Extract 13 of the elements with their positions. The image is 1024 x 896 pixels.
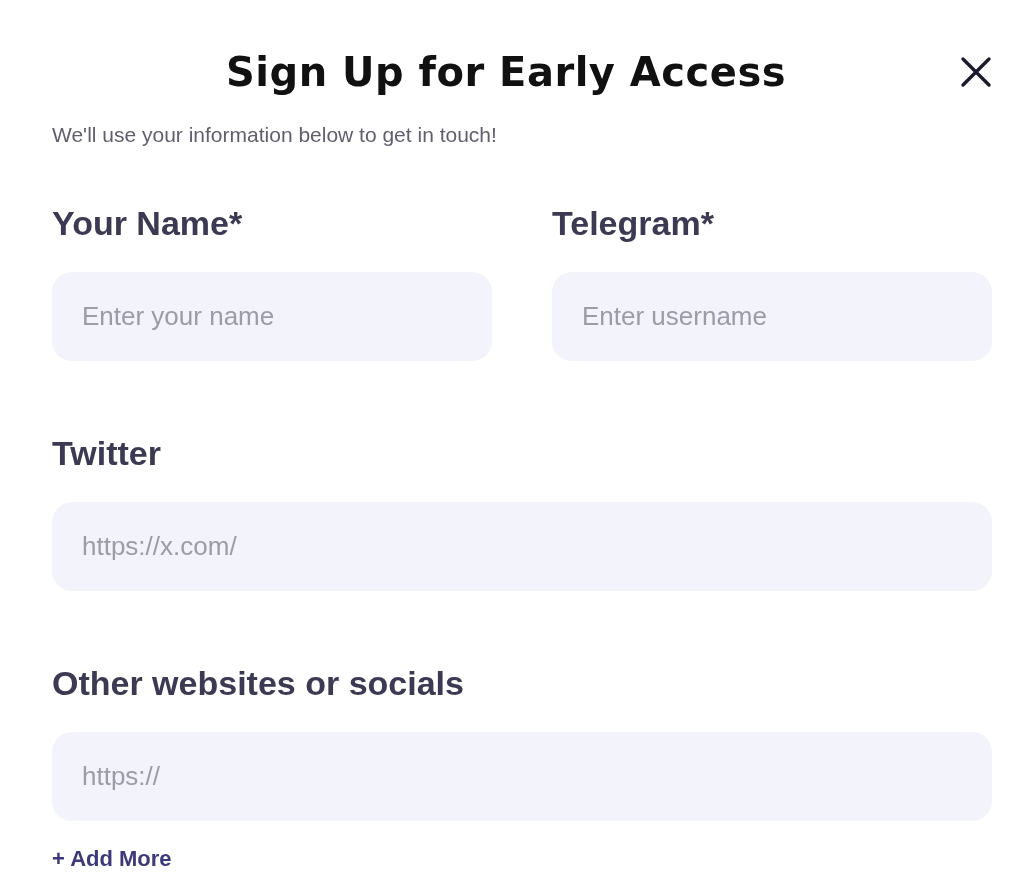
field-label: Other websites or socials (52, 663, 465, 704)
input-field[interactable]: Enter username (552, 272, 992, 361)
field-label: Telegram* (552, 203, 715, 244)
field-label: Your Name* (52, 203, 244, 244)
field-label: Twitter (52, 433, 162, 474)
close-button[interactable] (960, 56, 992, 88)
subtitle-text: We'll use your information below to get in touch! (52, 122, 498, 148)
input-field[interactable]: Enter your name (52, 272, 492, 361)
add-more-link[interactable]: + Add More (52, 844, 172, 874)
input-field[interactable]: https:// (52, 732, 992, 821)
input-field[interactable]: https://x.com/ (52, 502, 992, 591)
close-icon (960, 56, 992, 88)
dialog-title: Sign Up for Early Access (226, 48, 786, 97)
